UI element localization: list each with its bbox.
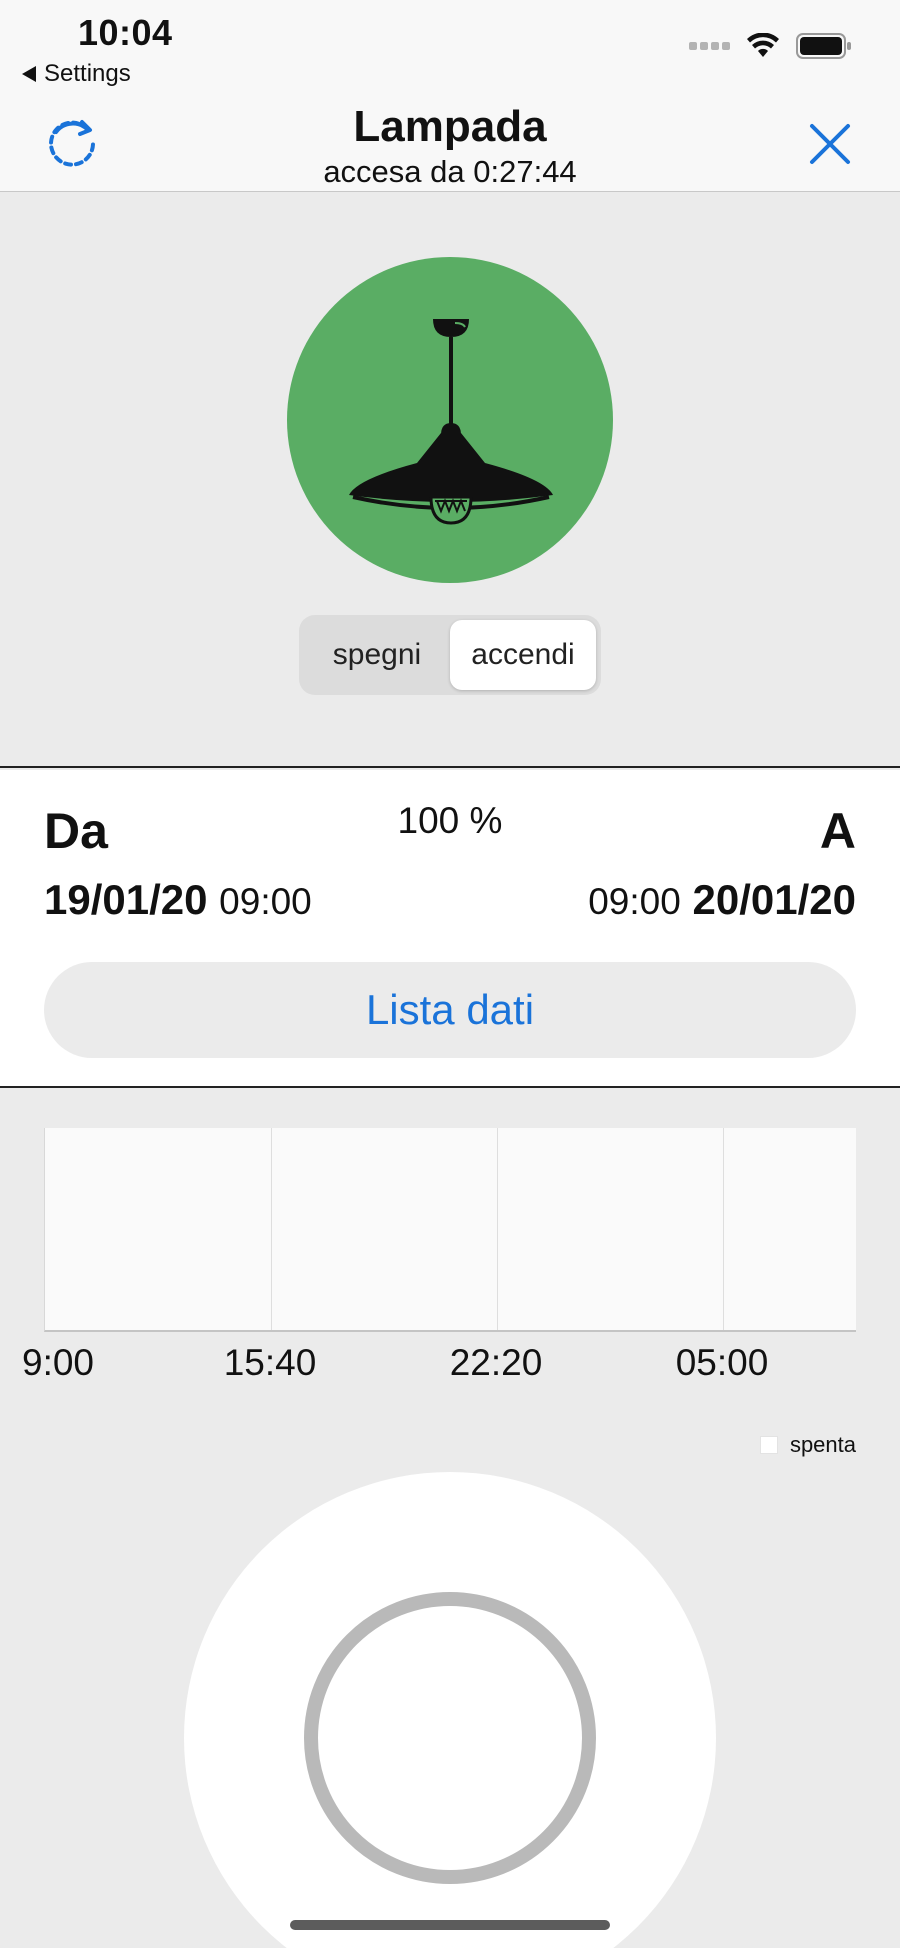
legend-swatch xyxy=(759,1436,778,1454)
page-title: Lampada xyxy=(353,102,547,151)
back-arrow-icon xyxy=(22,66,36,82)
close-icon[interactable] xyxy=(804,118,856,170)
lamp-section: spegni accendi xyxy=(0,192,900,768)
navigation-bar: Lampada accesa da 0:27:44 xyxy=(0,100,900,192)
page-subtitle: accesa da 0:27:44 xyxy=(323,154,577,189)
timeline-chart-plot xyxy=(44,1128,856,1332)
lamp-status-circle xyxy=(287,257,613,583)
back-label: Settings xyxy=(44,60,131,87)
x-tick-label: 05:00 xyxy=(675,1342,769,1383)
chart-gridline xyxy=(497,1128,498,1330)
from-time[interactable]: 09:00 xyxy=(219,881,312,922)
to-datetime[interactable]: 09:00 20/01/20 xyxy=(588,876,856,924)
turn-on-segment[interactable]: accendi xyxy=(450,620,596,690)
power-segmented-control: spegni accendi xyxy=(299,615,601,695)
status-time: 10:04 xyxy=(78,12,173,53)
donut-chart xyxy=(184,1472,716,1948)
legend-label: spenta xyxy=(789,1432,856,1457)
from-datetime[interactable]: 19/01/20 09:00 xyxy=(44,876,312,924)
chart-gridline xyxy=(723,1128,724,1330)
data-list-button[interactable]: Lista dati xyxy=(44,962,856,1058)
x-tick-label: 22:20 xyxy=(449,1342,543,1383)
x-tick-label: 9:00 xyxy=(21,1342,95,1383)
chart-gridline xyxy=(271,1128,272,1330)
signal-dots-icon xyxy=(689,42,730,50)
pendant-lamp-icon xyxy=(349,319,553,525)
status-icons xyxy=(689,32,852,60)
battery-icon xyxy=(796,33,851,59)
x-tick-label: 15:40 xyxy=(223,1342,317,1383)
chart-section: 9:00 15:40 22:20 05:00 spenta xyxy=(0,1090,900,1948)
turn-off-segment[interactable]: spegni xyxy=(304,620,450,690)
donut-ring xyxy=(304,1592,596,1884)
status-bar: 10:04 Settings xyxy=(0,0,900,100)
to-time[interactable]: 09:00 xyxy=(588,881,681,922)
back-to-settings-link[interactable]: Settings xyxy=(22,60,131,88)
from-date[interactable]: 19/01/20 xyxy=(44,876,208,923)
donut-percent-label: 100 % xyxy=(397,800,503,841)
to-date[interactable]: 20/01/20 xyxy=(693,876,857,923)
chart-legend: spenta xyxy=(759,1432,856,1458)
home-indicator xyxy=(290,1920,610,1930)
wifi-icon xyxy=(747,33,779,57)
